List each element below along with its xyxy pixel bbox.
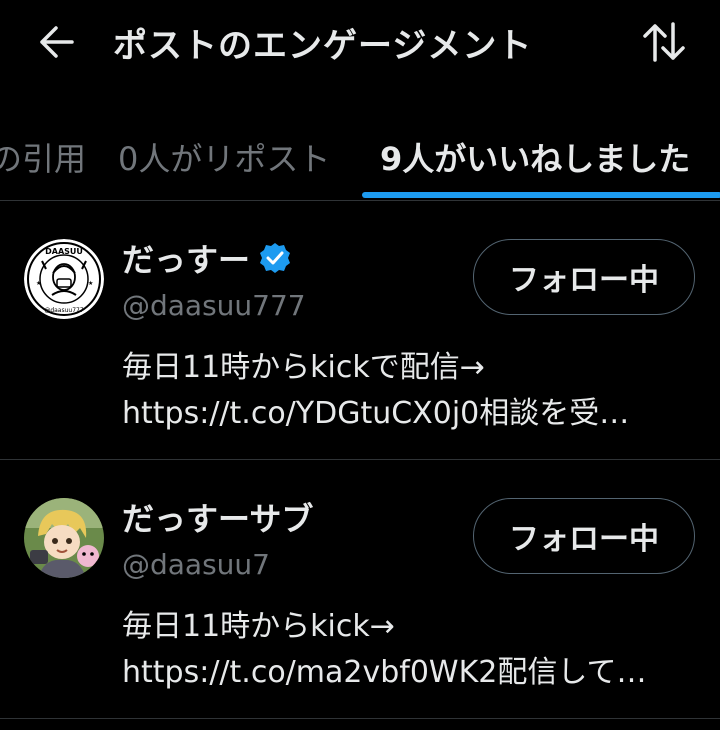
bio-line: 毎日11時からkick→ [122,609,395,644]
svg-text:★: ★ [88,280,93,287]
user-handle: @daasuu7 [122,548,270,581]
avatar[interactable]: DAASUU ★ ★ @daasuu777 [24,239,104,319]
back-button[interactable] [32,20,80,64]
user-name[interactable]: だっすー [122,235,292,281]
sort-arrows-icon [643,22,685,62]
user-name[interactable]: だっすーサブ [122,494,313,540]
svg-text:@daasuu777: @daasuu777 [44,307,84,314]
tab-quotes[interactable]: の引用 [0,134,86,180]
display-name: だっすーサブ [122,500,314,538]
engagement-tabs: の引用 0人がリポスト 9人がいいねしました [0,108,720,201]
active-tab-indicator [362,192,720,198]
bio-line[interactable]: https://t.co/ma2vbf0WK2配信して… [122,650,692,696]
svg-text:DAASUU: DAASUU [45,247,83,256]
user-bio: 毎日11時からkick→ https://t.co/ma2vbf0WK2配信して… [122,604,692,696]
page-title: ポストのエンゲージメント [113,26,533,66]
user-handle: @daasuu777 [122,289,306,322]
avatar[interactable] [24,498,104,578]
following-button[interactable]: フォロー中 [473,239,695,315]
display-name: だっすー [122,241,251,279]
user-row[interactable]: DAASUU ★ ★ @daasuu777 だっすー @daasuu777 毎日… [0,201,720,460]
verified-badge-icon [258,241,292,275]
arrow-left-icon [40,26,74,58]
svg-text:★: ★ [36,280,41,287]
following-button[interactable]: フォロー中 [473,498,695,574]
top-bar: ポストのエンゲージメント [0,0,720,84]
user-bio: 毎日11時からkickで配信→ https://t.co/YDGtuCX0j0相… [122,345,692,437]
bio-line[interactable]: https://t.co/YDGtuCX0j0相談を受… [122,391,692,437]
tab-reposts[interactable]: 0人がリポスト [118,134,330,180]
sort-button[interactable] [636,16,692,68]
bio-line: 毎日11時からkickで配信→ [122,350,485,385]
user-row[interactable]: だっすーサブ @daasuu7 毎日11時からkick→ https://t.c… [0,460,720,719]
tab-likes[interactable]: 9人がいいねしました [380,134,690,180]
